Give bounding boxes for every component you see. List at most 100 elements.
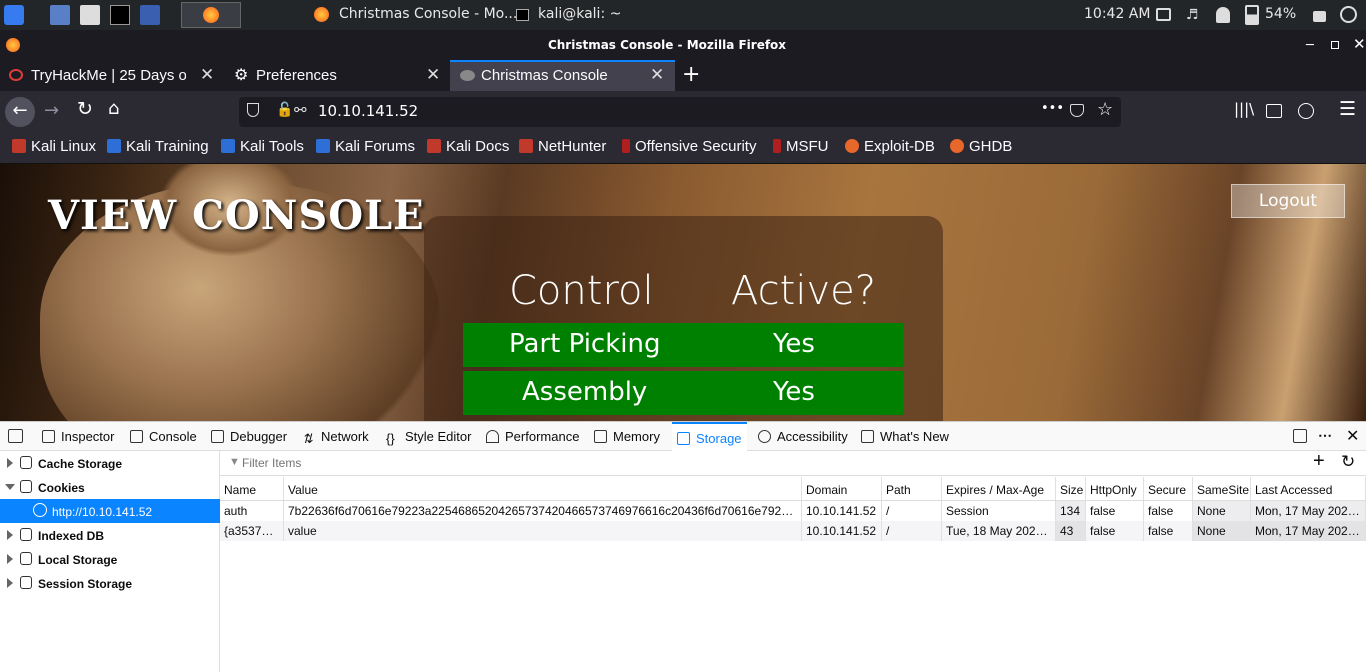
tab-debugger[interactable]: Debugger xyxy=(211,422,287,451)
cell-httponly[interactable]: false xyxy=(1086,501,1144,521)
bookmark-kali-training[interactable]: Kali Training xyxy=(107,138,209,155)
tab-christmas-console[interactable]: Christmas Console ✕ xyxy=(450,60,675,91)
sidebar-item-cookie-host[interactable]: http://10.10.141.52 xyxy=(0,499,220,523)
sidebar-item-indexed-db[interactable]: Indexed DB xyxy=(0,523,220,547)
cell-size[interactable]: 134 xyxy=(1056,501,1086,521)
cell-domain[interactable]: 10.10.141.52 xyxy=(802,521,882,541)
dock-icon[interactable] xyxy=(1293,429,1307,443)
expand-arrow-icon[interactable] xyxy=(7,458,13,468)
bookmark-nethunter[interactable]: NetHunter xyxy=(519,138,606,155)
maximize-icon[interactable] xyxy=(1331,41,1339,49)
kali-menu-icon[interactable] xyxy=(4,5,24,25)
minimize-icon[interactable]: ─ xyxy=(1306,38,1314,53)
url-bar[interactable]: 🔓 ⚯ 10.10.141.52 ••• ☆ xyxy=(239,97,1121,127)
expand-arrow-icon[interactable] xyxy=(7,554,13,564)
expand-arrow-icon[interactable] xyxy=(7,530,13,540)
tab-memory[interactable]: Memory xyxy=(594,422,660,451)
bookmark-star-icon[interactable]: ☆ xyxy=(1097,99,1113,120)
cell-secure[interactable]: false xyxy=(1144,501,1193,521)
column-header-size[interactable]: Size xyxy=(1056,477,1086,501)
column-header-value[interactable]: Value xyxy=(284,477,802,501)
tab-whats-new[interactable]: What's New xyxy=(861,422,949,451)
page-actions-icon[interactable]: ••• xyxy=(1041,101,1064,116)
column-header-path[interactable]: Path xyxy=(882,477,942,501)
taskbar-firefox-window[interactable]: Christmas Console - Mo... xyxy=(308,0,517,30)
add-item-icon[interactable]: + xyxy=(1313,450,1325,473)
cell-size[interactable]: 43 xyxy=(1056,521,1086,541)
library-icon[interactable]: |||\ xyxy=(1234,100,1254,118)
bookmark-kali-tools[interactable]: Kali Tools xyxy=(221,138,304,155)
shield-icon[interactable] xyxy=(247,103,259,117)
logout-button[interactable]: Logout xyxy=(1231,184,1345,218)
cell-name[interactable]: {a353723... xyxy=(220,521,284,541)
insecure-lock-icon[interactable]: 🔓 xyxy=(276,102,293,118)
cell-expires[interactable]: Session xyxy=(942,501,1056,521)
forward-icon[interactable]: → xyxy=(44,100,59,121)
cell-last-accessed[interactable]: Mon, 17 May 2021 1... xyxy=(1251,501,1366,521)
cell-samesite[interactable]: None xyxy=(1193,501,1251,521)
bookmark-kali-linux[interactable]: Kali Linux xyxy=(12,138,96,155)
sidebar-item-local-storage[interactable]: Local Storage xyxy=(0,547,220,571)
volume-icon[interactable]: ♬ xyxy=(1186,7,1202,23)
column-header-httponly[interactable]: HttpOnly xyxy=(1086,477,1144,501)
url-text[interactable]: 10.10.141.52 xyxy=(318,102,418,120)
tab-performance[interactable]: Performance xyxy=(486,422,579,451)
tab-tryhackme[interactable]: TryHackMe | 25 Days of Cy ✕ xyxy=(0,60,224,91)
tab-style-editor[interactable]: {} Style Editor xyxy=(386,422,471,451)
tab-inspector[interactable]: Inspector xyxy=(42,422,114,451)
close-tab-icon[interactable]: ✕ xyxy=(426,65,440,85)
tab-console[interactable]: Console xyxy=(130,422,197,451)
sidebar-item-session-storage[interactable]: Session Storage xyxy=(0,571,220,595)
bookmark-exploit-db[interactable]: Exploit-DB xyxy=(845,138,935,155)
sidebar-toggle-icon[interactable] xyxy=(1266,104,1282,118)
bookmark-ghdb[interactable]: GHDB xyxy=(950,138,1012,155)
back-button[interactable]: ← xyxy=(5,97,35,127)
tab-storage[interactable]: Storage xyxy=(672,422,747,451)
close-tab-icon[interactable]: ✕ xyxy=(650,65,664,85)
account-icon[interactable] xyxy=(1298,103,1314,119)
close-tab-icon[interactable]: ✕ xyxy=(200,65,214,85)
column-header-domain[interactable]: Domain xyxy=(802,477,882,501)
bookmark-kali-docs[interactable]: Kali Docs xyxy=(427,138,509,155)
tab-accessibility[interactable]: Accessibility xyxy=(758,422,848,451)
file-manager-icon[interactable] xyxy=(80,5,100,25)
lock-icon[interactable] xyxy=(1313,11,1326,22)
table-row[interactable]: {a353723... value 10.10.141.52 / Tue, 18… xyxy=(220,521,1366,541)
cell-path[interactable]: / xyxy=(882,521,942,541)
taskbar-terminal-window[interactable]: kali@kali: ~ xyxy=(512,0,652,30)
expand-arrow-icon[interactable] xyxy=(7,578,13,588)
element-picker-icon[interactable] xyxy=(8,429,23,443)
terminal-icon[interactable] xyxy=(110,5,130,25)
table-row[interactable]: auth 7b22636f6d70616e79223a2254686520426… xyxy=(220,501,1366,521)
firefox-launcher[interactable] xyxy=(181,2,241,28)
tab-preferences[interactable]: ⚙ Preferences ✕ xyxy=(224,60,450,91)
tab-network[interactable]: ⇅ Network xyxy=(302,422,369,451)
sidebar-item-cache-storage[interactable]: Cache Storage xyxy=(0,451,220,475)
sidebar-item-cookies[interactable]: Cookies xyxy=(0,475,220,499)
cell-secure[interactable]: false xyxy=(1144,521,1193,541)
column-header-expires[interactable]: Expires / Max-Age xyxy=(942,477,1056,501)
home-icon[interactable]: ⌂ xyxy=(108,98,119,119)
clock[interactable]: 10:42 AM xyxy=(1084,6,1150,22)
cell-httponly[interactable]: false xyxy=(1086,521,1144,541)
display-icon[interactable] xyxy=(1156,8,1171,21)
battery-icon[interactable] xyxy=(1245,5,1259,25)
menu-icon[interactable]: ☰ xyxy=(1339,98,1356,120)
close-icon[interactable]: ✕ xyxy=(1353,35,1366,53)
column-header-secure[interactable]: Secure xyxy=(1144,477,1193,501)
more-options-icon[interactable]: ⋯ xyxy=(1318,427,1332,444)
cell-value[interactable]: value xyxy=(284,521,802,541)
cell-domain[interactable]: 10.10.141.52 xyxy=(802,501,882,521)
cell-value[interactable]: 7b22636f6d70616e79223a225468652042657374… xyxy=(284,501,802,521)
notification-bell-icon[interactable] xyxy=(1216,7,1230,23)
column-header-last-accessed[interactable]: Last Accessed xyxy=(1251,477,1366,501)
power-icon[interactable] xyxy=(1340,6,1357,23)
refresh-icon[interactable]: ↻ xyxy=(1341,452,1355,472)
bookmark-offensive-security[interactable]: Offensive Security xyxy=(622,138,756,155)
cell-samesite[interactable]: None xyxy=(1193,521,1251,541)
pocket-icon[interactable] xyxy=(1070,104,1084,117)
show-desktop-icon[interactable] xyxy=(50,5,70,25)
filter-input[interactable] xyxy=(242,454,842,472)
collapse-arrow-icon[interactable] xyxy=(5,484,15,490)
screen-recorder-icon[interactable] xyxy=(140,5,160,25)
